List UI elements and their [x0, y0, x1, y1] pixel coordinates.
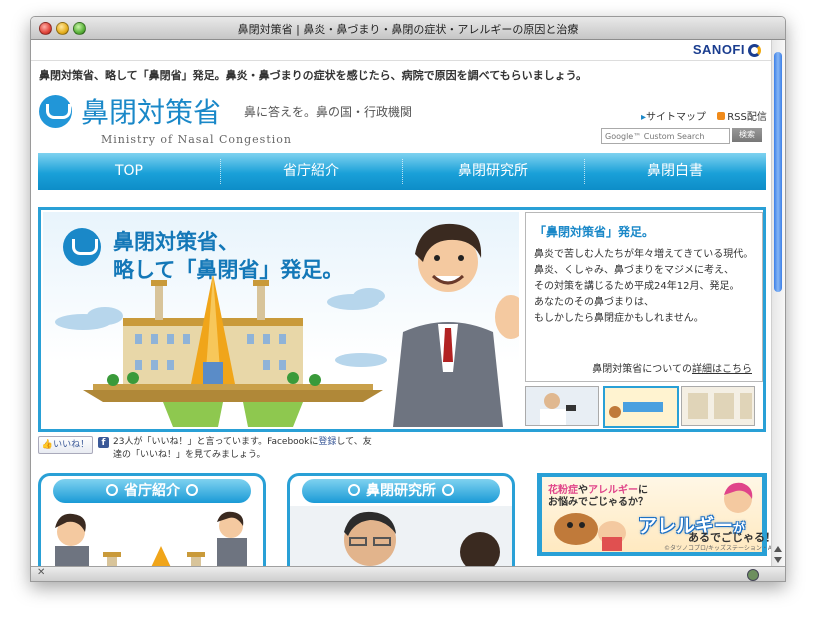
scroll-down-icon[interactable]	[774, 557, 782, 563]
research-lab-photo	[290, 506, 512, 566]
ministry-intro-illustration	[55, 511, 247, 566]
nav-item-white-paper[interactable]: 鼻閉白書	[584, 153, 766, 190]
facebook-register-link[interactable]: 登録	[318, 437, 336, 447]
sanofi-mark-icon	[748, 44, 761, 57]
panel-title: 鼻閉研究所	[366, 483, 436, 499]
hero-thumbnail-active[interactable]	[603, 386, 679, 428]
hero-info-box: 「鼻閉対策省」発足。 鼻炎で苦しむ人たちが年々増えてきている現代。 鼻炎、くしゃ…	[525, 212, 763, 382]
page-tagline: 鼻閉対策省、略して「鼻閉省」発足。鼻炎・鼻づまりの症状を感じたら、病院で原因を調…	[39, 69, 588, 82]
office-thumbnail-image	[682, 387, 754, 425]
logo-catchphrase: 鼻に答えを。鼻の国・行政機関	[244, 105, 413, 119]
like-button-label: いいね！	[53, 440, 90, 450]
scroll-up-icon[interactable]	[774, 546, 782, 552]
sitemap-link[interactable]: サイトマップ	[646, 112, 706, 123]
ministry-intro-panel[interactable]: 省庁紹介	[38, 473, 266, 566]
ministry-logo-icon	[186, 484, 198, 496]
hero-body-line: 鼻炎、くしゃみ、鼻づまりをマジメに考え、	[534, 265, 734, 276]
hero-body: 鼻炎で苦しむ人たちが年々増えてきている現代。 鼻炎、くしゃみ、鼻づまりをマジメに…	[534, 247, 759, 327]
banner-inner: 花粉症やアレルギーに お悩みでごじゃるか？ アレルギーが あるでごじゃる！ ©タ…	[542, 477, 771, 552]
panel-title: 省庁紹介	[124, 483, 180, 499]
ministry-logo-icon	[348, 484, 360, 496]
doctor-thumbnail-image	[526, 387, 598, 425]
hero-body-line: その対策を講じるため平成24年12月、発足。	[534, 281, 740, 292]
like-text-a: 23人が「いいね！」と言っています。Facebookに	[113, 437, 319, 447]
nav-item-ministry-intro[interactable]: 省庁紹介	[220, 153, 402, 190]
allergy-campaign-banner[interactable]: 花粉症やアレルギーに お悩みでごじゃるか？ アレルギーが あるでごじゃる！ ©タ…	[537, 473, 771, 556]
like-text-b: して、友	[336, 437, 372, 447]
hero-body-line: 鼻炎で苦しむ人たちが年々増えてきている現代。	[534, 249, 754, 260]
details-link[interactable]: 詳細はこちら	[692, 364, 752, 375]
nav-item-research-lab[interactable]: 鼻閉研究所	[402, 153, 584, 190]
title-bar: 鼻閉対策省 | 鼻炎・鼻づまり・鼻閉の症状・アレルギーの原因と治療	[31, 17, 785, 40]
banner-credit: ©タツノコプロ/キッズステーション・AGP	[664, 545, 771, 552]
page-viewport: SANOFI 鼻閉対策省、略して「鼻閉省」発足。鼻炎・鼻づまりの症状を感じたら、…	[31, 40, 771, 566]
ministry-logo-icon	[442, 484, 454, 496]
research-lab-panel[interactable]: 鼻閉研究所	[287, 473, 515, 566]
hero-banner: 鼻閉対策省、 略して「鼻閉省」発足。 「鼻閉対策省」発足。 鼻炎で苦しむ人たちが…	[38, 207, 766, 432]
panel-heading: 鼻閉研究所	[302, 479, 500, 503]
ministry-logo-icon	[39, 95, 72, 128]
logo-english: Ministry of Nasal Congestion	[101, 133, 292, 146]
browser-window: 鼻閉対策省 | 鼻炎・鼻づまり・鼻閉の症状・アレルギーの原因と治療 SANOFI…	[30, 16, 786, 582]
sponsor-bar: SANOFI	[31, 40, 771, 61]
ministry-logo-icon	[63, 228, 101, 266]
search-input[interactable]	[601, 128, 730, 144]
ministry-logo-icon	[106, 484, 118, 496]
like-button[interactable]: 👍いいね！	[38, 436, 93, 454]
hero-thumbnail[interactable]	[525, 386, 599, 426]
sanofi-logo[interactable]: SANOFI	[693, 42, 761, 57]
top-links: ▸サイトマップ RSS配信	[641, 108, 767, 123]
thumbs-up-icon: 👍	[41, 440, 54, 450]
nav-item-top[interactable]: TOP	[38, 153, 220, 190]
facebook-icon: f	[98, 437, 109, 448]
window-title: 鼻閉対策省 | 鼻炎・鼻づまり・鼻閉の症状・アレルギーの原因と治療	[237, 23, 579, 36]
hero-title-line2: 略して「鼻閉省」発足。	[113, 257, 344, 282]
allergy-thumbnail-image	[605, 388, 677, 426]
panel-heading: 省庁紹介	[53, 479, 251, 503]
global-nav: TOP 省庁紹介 鼻閉研究所 鼻閉白書	[38, 153, 766, 190]
hero-more-text: 鼻閉対策省についての詳細はこちら	[592, 360, 752, 375]
like-count-text: 23人が「いいね！」と言っています。Facebookに登録して、友 達の「いいね…	[113, 436, 373, 462]
rss-icon	[717, 112, 726, 120]
hero-box-title: 「鼻閉対策省」発足。	[534, 225, 655, 239]
hero-body-line: もしかしたら鼻閉症かもしれません。	[534, 313, 704, 324]
hero-more-prefix: 鼻閉対策省についての	[592, 364, 692, 375]
banner-line2: お悩みでごじゃるか？	[548, 497, 648, 508]
hero-body-line: あなたのその鼻づまりは、	[534, 297, 654, 308]
logo-name: 鼻閉対策省	[81, 96, 222, 129]
status-bar: ✕	[31, 566, 785, 581]
like-text-line2: 達の「いいね！」を見てみましょう。	[113, 450, 266, 460]
hero-title-line1: 鼻閉対策省、	[113, 229, 239, 254]
globe-icon	[747, 569, 759, 581]
hero-thumbnail[interactable]	[681, 386, 755, 426]
vertical-scrollbar[interactable]	[771, 40, 785, 566]
sanofi-brand: SANOFI	[692, 42, 745, 57]
rss-link[interactable]: RSS配信	[727, 112, 767, 123]
search-button[interactable]: 検索	[732, 128, 762, 142]
hero-visual[interactable]: 鼻閉対策省、 略して「鼻閉省」発足。	[43, 212, 519, 427]
stop-icon[interactable]: ✕	[37, 567, 45, 578]
scrollbar-thumb[interactable]	[774, 52, 782, 292]
